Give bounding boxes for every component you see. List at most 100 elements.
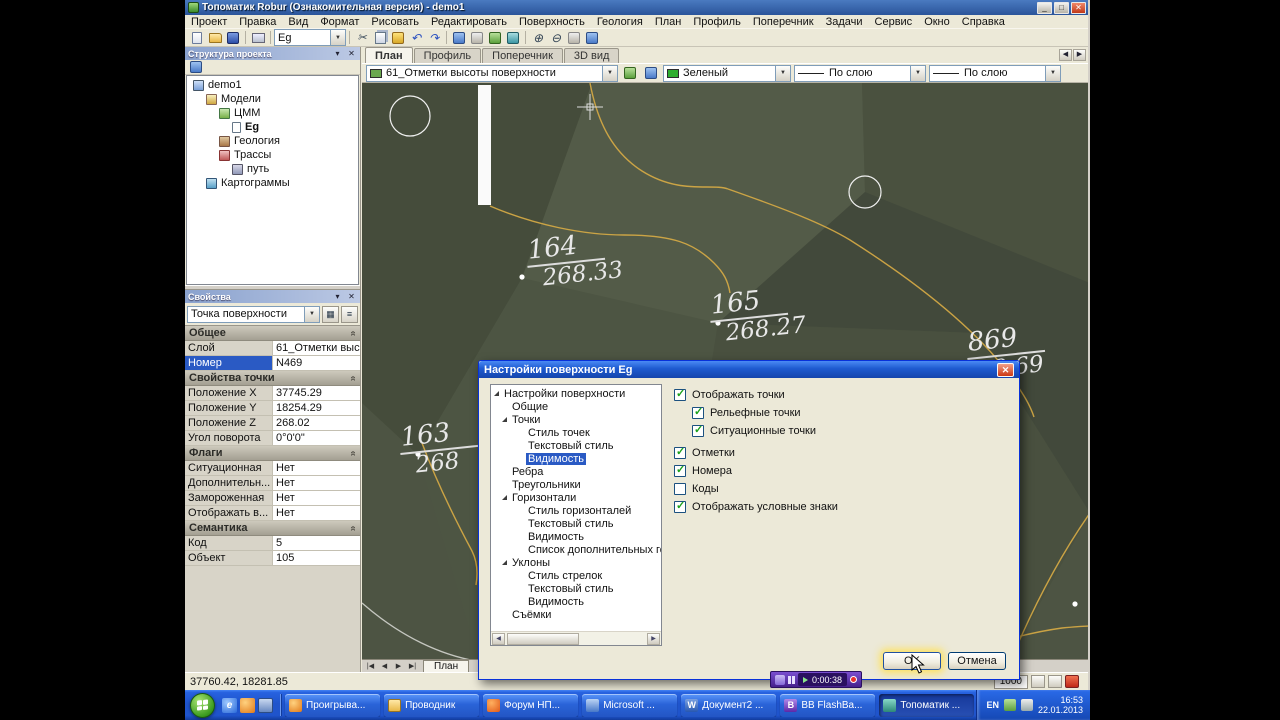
settings-node-point-style[interactable]: Стиль точек: [491, 426, 661, 439]
menu-geology[interactable]: Геология: [591, 16, 649, 28]
tree-item-models[interactable]: Модели: [187, 92, 358, 106]
menu-project[interactable]: Проект: [185, 16, 233, 28]
menu-help[interactable]: Справка: [956, 16, 1011, 28]
zoom-out-icon[interactable]: [547, 30, 565, 46]
pin-icon[interactable]: [332, 49, 343, 59]
taskbar-item-forum[interactable]: Форум НП...: [483, 693, 579, 717]
cut-icon[interactable]: [353, 30, 371, 46]
zoom-in-icon[interactable]: [529, 30, 547, 46]
settings-node-general[interactable]: Общие: [491, 400, 661, 413]
maximize-button[interactable]: [1054, 1, 1069, 14]
tree-item-cmm[interactable]: ЦММ: [187, 106, 358, 120]
tree-item-path[interactable]: путь: [187, 162, 358, 176]
settings-node-edges[interactable]: Ребра: [491, 465, 661, 478]
scroll-right-icon[interactable]: ▶: [647, 632, 660, 645]
settings-node-slope-visibility[interactable]: Видимость: [491, 595, 661, 608]
checkbox-situation-points[interactable]: Ситуационные точки: [692, 422, 1008, 440]
horizontal-scrollbar[interactable]: ◀ ▶: [491, 631, 661, 645]
snap-toggle-icon[interactable]: [1031, 675, 1045, 688]
menu-window[interactable]: Окно: [918, 16, 956, 28]
checkbox-codes[interactable]: Коды: [674, 480, 1008, 498]
sort-icon[interactable]: ≡: [341, 305, 358, 323]
open-icon[interactable]: [206, 30, 224, 46]
checkbox-icon[interactable]: [692, 423, 704, 437]
property-row[interactable]: Слой61_Отметки высот...: [185, 341, 360, 356]
language-indicator[interactable]: EN: [986, 700, 999, 710]
group-header-general[interactable]: Общее: [185, 326, 360, 341]
chevron-down-icon[interactable]: [1045, 65, 1060, 81]
group-header-flags[interactable]: Флаги: [185, 446, 360, 461]
snap-icon[interactable]: [486, 30, 504, 46]
paste-icon[interactable]: [389, 30, 407, 46]
property-row[interactable]: Отображать в... Нет: [185, 506, 360, 521]
checkbox-relief-points[interactable]: Рельефные точки: [692, 404, 1008, 422]
grid-icon[interactable]: [468, 30, 486, 46]
taskbar-item-explorer[interactable]: Проводник: [384, 693, 480, 717]
checkbox-icon[interactable]: [674, 463, 686, 477]
settings-node-points[interactable]: Точки: [491, 413, 661, 426]
taskbar-item-microsoft[interactable]: Microsoft ...: [582, 693, 678, 717]
checkbox-icon[interactable]: [674, 483, 686, 495]
property-row[interactable]: Положение X 37745.29: [185, 386, 360, 401]
save-icon[interactable]: [224, 30, 242, 46]
surface-combo[interactable]: Eg: [274, 29, 346, 46]
tree-item-routes[interactable]: Трассы: [187, 148, 358, 162]
property-row[interactable]: Угол поворота 0°0'0": [185, 431, 360, 446]
menu-plan[interactable]: План: [649, 16, 688, 28]
settings-node-slopes[interactable]: Уклоны: [491, 556, 661, 569]
group-header-point[interactable]: Свойства точки: [185, 371, 360, 386]
tray-icon[interactable]: [1020, 699, 1033, 711]
media-quicklaunch-icon[interactable]: [240, 697, 255, 713]
pause-icon[interactable]: [788, 675, 795, 684]
checkbox-icon[interactable]: [692, 405, 704, 419]
tree-filter-icon[interactable]: [187, 59, 205, 75]
property-row[interactable]: Объект 105: [185, 551, 360, 566]
close-icon[interactable]: [346, 292, 357, 302]
settings-node-contour-visibility[interactable]: Видимость: [491, 530, 661, 543]
settings-node-contours[interactable]: Горизонтали: [491, 491, 661, 504]
settings-node-slope-textstyle[interactable]: Текстовый стиль: [491, 582, 661, 595]
chevron-down-icon[interactable]: [910, 65, 925, 81]
next-sheet-icon[interactable]: [392, 662, 405, 670]
redo-icon[interactable]: [425, 30, 443, 46]
record-icon[interactable]: [1065, 675, 1079, 688]
first-sheet-icon[interactable]: [364, 662, 377, 670]
cancel-button[interactable]: Отмена: [948, 652, 1006, 670]
prev-sheet-icon[interactable]: [378, 662, 391, 670]
menu-modify[interactable]: Редактировать: [425, 16, 513, 28]
tree-item-geology[interactable]: Геология: [187, 134, 358, 148]
taskbar-item-flashback[interactable]: B BB FlashBa...: [780, 693, 876, 717]
checkbox-icon[interactable]: [674, 387, 686, 401]
checkbox-icon[interactable]: [674, 445, 686, 459]
layer-freeze-icon[interactable]: [642, 65, 660, 81]
close-button[interactable]: [1071, 1, 1086, 14]
layers-icon[interactable]: [450, 30, 468, 46]
lineweight-combo[interactable]: По слою: [929, 64, 1061, 82]
chevron-down-icon[interactable]: [304, 306, 319, 322]
menu-edit[interactable]: Правка: [233, 16, 282, 28]
close-icon[interactable]: [346, 49, 357, 59]
ie-quicklaunch-icon[interactable]: e: [222, 697, 237, 713]
copy-icon[interactable]: [371, 30, 389, 46]
clock[interactable]: 16:53 22.01.2013: [1038, 695, 1083, 715]
linetype-combo[interactable]: По слою: [794, 64, 926, 82]
chevron-down-icon[interactable]: [775, 65, 790, 81]
tree-item-eg[interactable]: Eg: [187, 120, 358, 134]
settings-node-extra-contours[interactable]: Список дополнительных гориз: [491, 543, 661, 556]
start-button[interactable]: [190, 692, 215, 718]
collapse-icon[interactable]: [348, 375, 359, 381]
title-bar[interactable]: Топоматик Robur (Ознакомительная версия)…: [185, 0, 1088, 15]
dialog-close-button[interactable]: [997, 362, 1014, 377]
property-row[interactable]: Код 5: [185, 536, 360, 551]
print-icon[interactable]: [249, 30, 267, 46]
grid-toggle-icon[interactable]: [1048, 675, 1062, 688]
property-row[interactable]: Номер N469: [185, 356, 360, 371]
settings-node-root[interactable]: Настройки поверхности: [491, 387, 661, 400]
tab-crosssection[interactable]: Поперечник: [482, 48, 563, 63]
collapse-icon[interactable]: [348, 525, 359, 531]
checkbox-icon[interactable]: [674, 499, 686, 513]
chevron-down-icon[interactable]: [602, 65, 617, 81]
group-header-semantics[interactable]: Семантика: [185, 521, 360, 536]
undo-icon[interactable]: [407, 30, 425, 46]
tab-plan[interactable]: План: [365, 47, 413, 63]
